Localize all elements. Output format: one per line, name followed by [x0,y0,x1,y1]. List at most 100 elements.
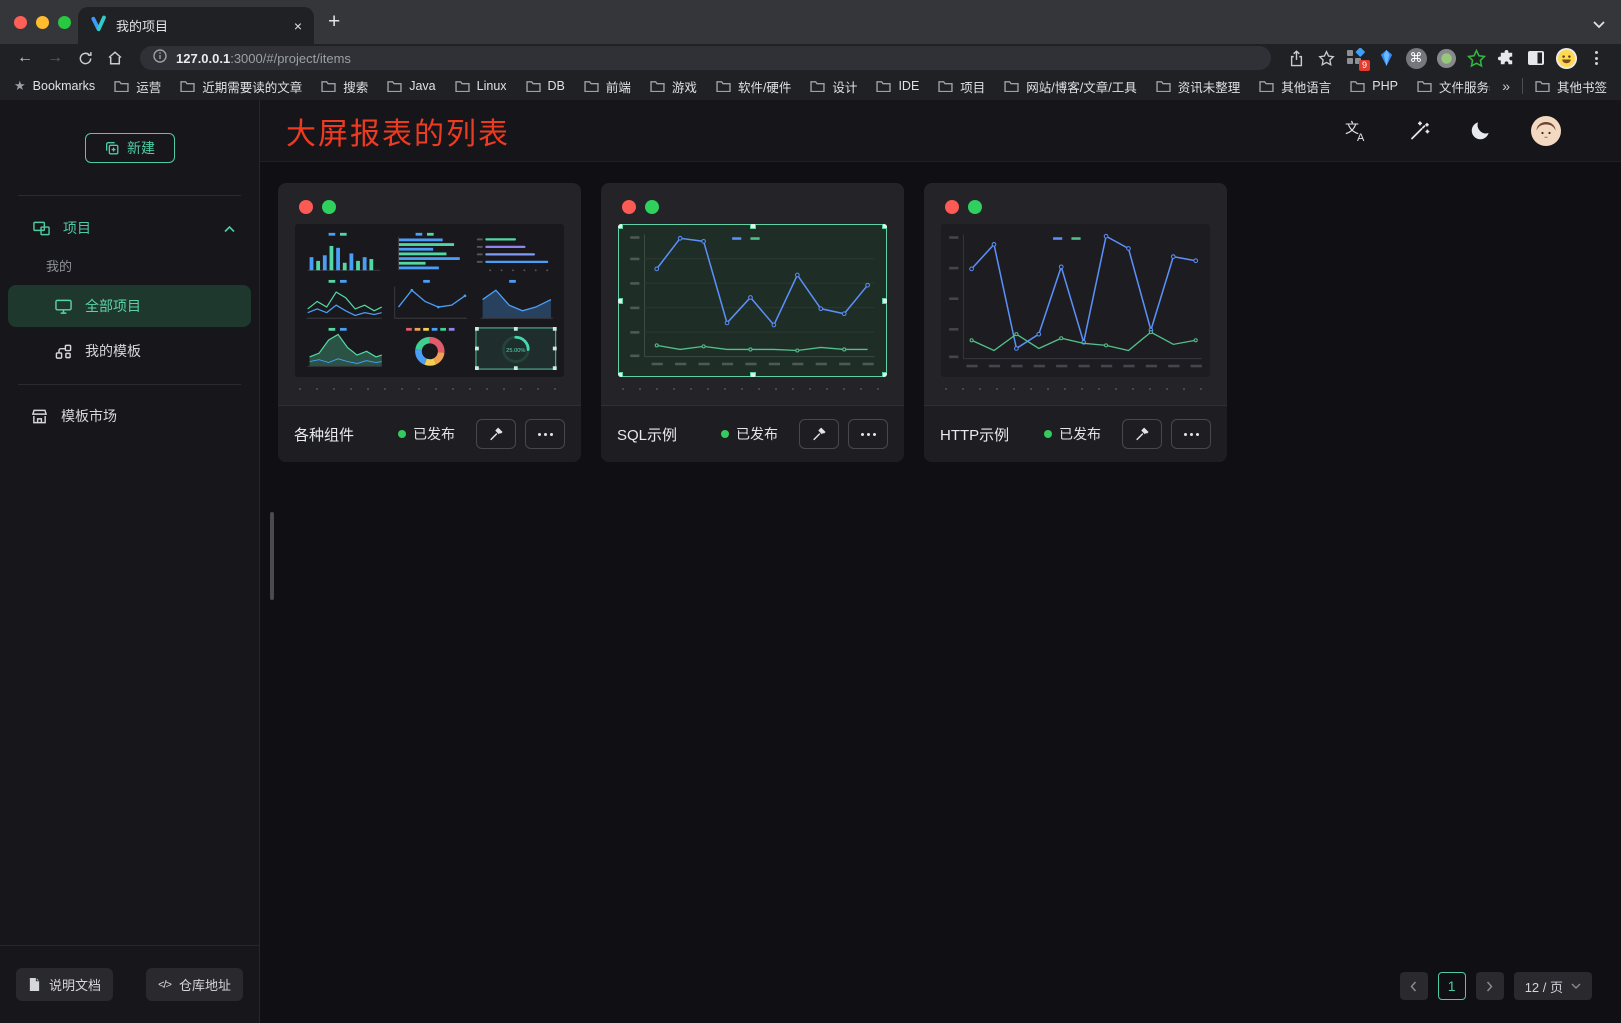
bookmark-folder[interactable]: DB [526,79,565,93]
all-projects-label: 全部项目 [85,296,141,316]
card-green-dot [645,200,659,214]
bookmark-folder[interactable]: Java [387,79,435,93]
bookmark-folder[interactable]: IDE [876,79,919,93]
ellipsis-icon [538,433,553,436]
bookmark-folder[interactable]: 文件服务器 [1417,77,1490,96]
selection-handle[interactable] [882,224,887,229]
extension-command-icon[interactable]: ⌘ [1401,48,1431,69]
bookmark-item[interactable]: ★Bookmarks [14,78,95,94]
sidebar-group-project[interactable]: 项目 [0,208,259,248]
current-page-button[interactable]: 1 [1438,972,1466,1000]
minimize-window-button[interactable] [36,16,49,29]
dark-mode-moon-icon[interactable] [1470,120,1491,141]
tab-search-chevron-icon[interactable] [1593,16,1605,34]
selection-handle[interactable] [750,372,756,377]
bookmark-folder[interactable]: 资讯未整理 [1156,77,1241,96]
bookmark-folder[interactable]: 运营 [114,77,161,96]
chevron-down-icon [1571,983,1581,989]
goview-favicon-icon [90,15,107,37]
bookmark-folder[interactable]: 近期需要读的文章 [180,77,302,96]
extension-blue-gem-icon[interactable] [1371,49,1401,68]
bookmark-folder[interactable]: 项目 [938,77,985,96]
project-icon [32,220,51,237]
bookmark-folder[interactable]: 前端 [584,77,631,96]
reload-button[interactable] [70,51,100,66]
address-bar[interactable]: 127.0.0.1:3000/#/project/items [140,46,1271,70]
bookmark-folder[interactable]: 其他语言 [1259,77,1331,96]
scrollbar-thumb[interactable] [270,512,274,600]
sidebar-item-template-market[interactable]: 模板市场 [8,395,251,437]
sidebar-item-all-projects[interactable]: 全部项目 [8,285,251,327]
close-window-button[interactable] [14,16,27,29]
zoom-window-button[interactable] [58,16,71,29]
project-preview-thumbnail[interactable]: 25.00% [295,224,564,377]
tab-strip: 我的项目 × + [0,0,1621,44]
magic-wand-icon[interactable] [1408,120,1430,142]
selection-handle[interactable] [750,224,756,229]
back-button[interactable]: ← [10,49,40,67]
page-title: 大屏报表的列表 [286,109,510,153]
selection-handle[interactable] [618,298,623,304]
user-avatar[interactable] [1531,116,1561,146]
line-chart-preview [618,224,887,377]
project-title: HTTP示例 [940,424,1009,445]
new-tab-button[interactable]: + [328,10,340,34]
tab-close-icon[interactable]: × [294,18,302,34]
folder-icon [1004,80,1019,92]
card-red-dot [299,200,313,214]
more-actions-button[interactable] [848,419,888,449]
selection-handle[interactable] [882,372,887,377]
extension-grid-icon[interactable]: 9 [1341,48,1371,68]
bookmark-folder[interactable]: 设计 [810,77,857,96]
bookmark-folder[interactable]: 软件/硬件 [716,77,791,96]
side-panel-icon[interactable] [1521,50,1551,66]
extension-green-star-icon[interactable] [1461,49,1491,68]
extension-record-icon[interactable] [1431,48,1461,69]
project-title: 各种组件 [294,424,354,445]
page-size-select[interactable]: 12 / 页 [1514,972,1592,1000]
extensions-puzzle-icon[interactable] [1491,49,1521,68]
bookmark-folder[interactable]: 游戏 [650,77,697,96]
bookmarks-overflow-button[interactable]: » [1502,78,1510,94]
repo-button[interactable]: </> 仓库地址 [146,968,243,1001]
forward-button[interactable]: → [40,49,70,67]
sidebar-item-my-templates[interactable]: 我的模板 [8,330,251,372]
bookmark-folder[interactable]: 网站/博客/文章/工具 [1004,77,1136,96]
site-info-icon[interactable] [153,49,167,68]
docs-button[interactable]: 说明文档 [16,968,113,1001]
folder-icon [1417,80,1432,92]
profile-avatar-icon[interactable] [1551,47,1581,70]
folder-icon [1535,80,1550,92]
more-actions-button[interactable] [1171,419,1211,449]
selection-handle[interactable] [618,372,623,377]
project-preview-thumbnail[interactable] [941,224,1210,377]
document-icon [28,977,41,992]
browser-tab[interactable]: 我的项目 × [78,7,314,44]
selection-handle[interactable] [882,298,887,304]
browser-menu-icon[interactable] [1581,51,1611,65]
share-button[interactable] [1281,50,1311,67]
project-preview-thumbnail[interactable] [618,224,887,377]
edit-project-button[interactable] [1122,419,1162,449]
selection-handle[interactable] [618,224,623,229]
other-bookmarks-folder[interactable]: 其他书签 [1535,77,1607,96]
bookmark-folder[interactable]: 搜索 [321,77,368,96]
folder-icon [810,80,825,92]
next-page-button[interactable] [1476,972,1504,1000]
card-green-dot [968,200,982,214]
chevron-up-icon[interactable] [224,220,235,236]
prev-page-button[interactable] [1400,972,1428,1000]
status-dot-icon [721,430,729,438]
edit-project-button[interactable] [799,419,839,449]
home-button[interactable] [100,50,130,66]
language-translate-icon[interactable]: 文 A [1344,120,1368,142]
bookmarks-list: ★Bookmarks 运营 近期需要读的文章 搜索 Java Linux DB … [14,77,1490,96]
bookmark-folder[interactable]: Linux [455,79,507,93]
more-actions-button[interactable] [525,419,565,449]
folder-icon [716,80,731,92]
new-project-button[interactable]: 新建 [85,133,175,163]
bookmark-folder[interactable]: PHP [1350,79,1398,93]
edit-project-button[interactable] [476,419,516,449]
bookmark-star-button[interactable] [1311,50,1341,67]
folder-icon [321,80,336,92]
